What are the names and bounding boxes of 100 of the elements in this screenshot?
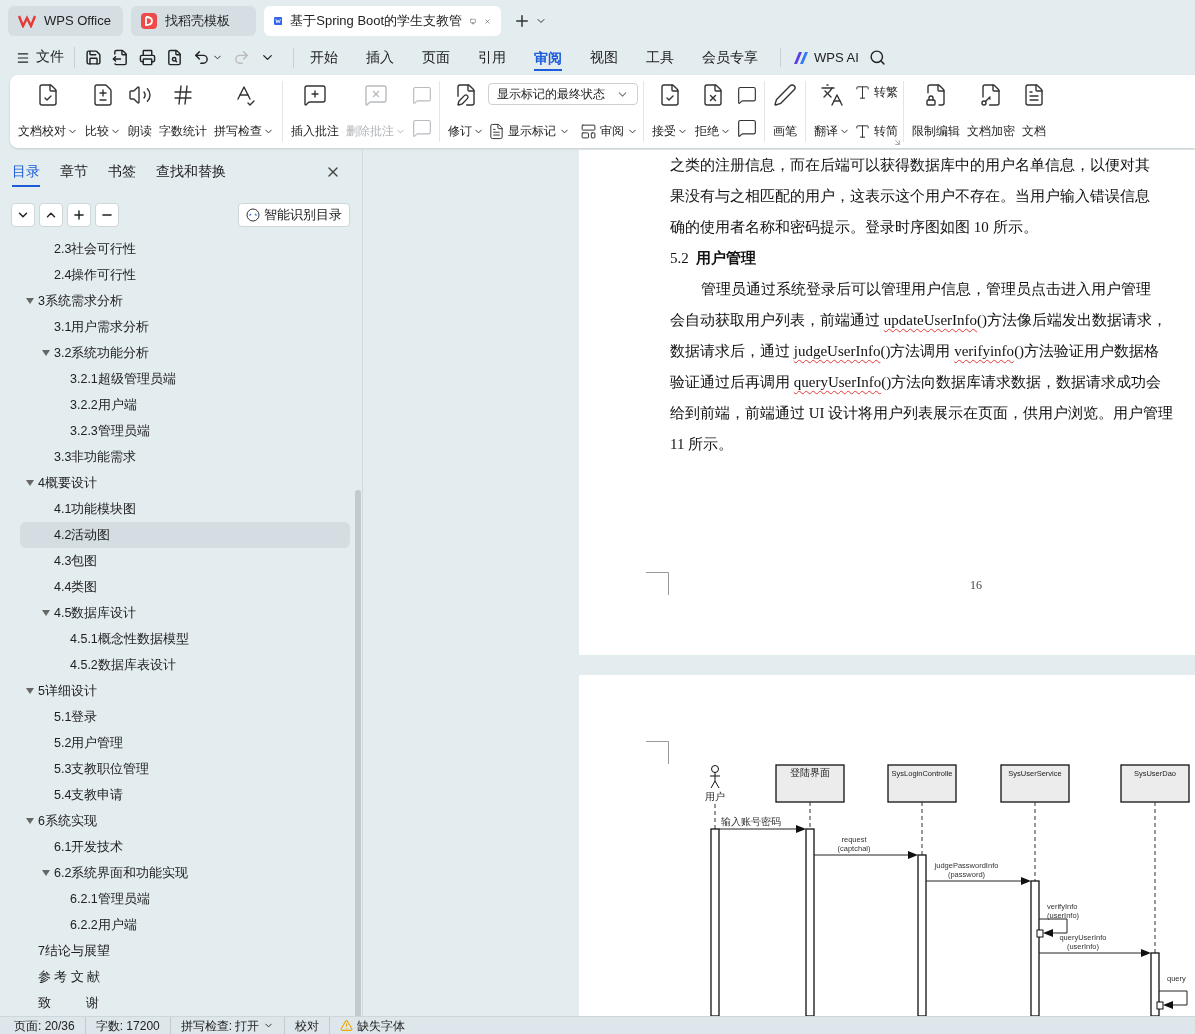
ribbon-button[interactable]: 拒绝 (692, 81, 734, 142)
app-tab[interactable]: 找稻壳模板 (131, 6, 256, 36)
ribbon-tab[interactable]: 开始 (310, 47, 338, 68)
ribbon-button[interactable]: 拼写检查 (211, 81, 277, 142)
toc-item[interactable]: 6.2.1管理员端 (20, 886, 350, 912)
expanded-arrow-icon[interactable] (26, 687, 34, 695)
toc-item[interactable]: 3.2.2用户端 (20, 392, 350, 418)
toc-item[interactable]: 4.3包图 (20, 548, 350, 574)
ribbon-small-button[interactable]: 转繁 (854, 83, 898, 101)
toc-item[interactable]: 4.2活动图 (20, 522, 350, 548)
toc-item[interactable]: 7结论与展望 (20, 938, 350, 964)
toc-item[interactable]: 5详细设计 (20, 678, 350, 704)
expanded-arrow-icon[interactable] (42, 349, 50, 357)
document-icon (1022, 83, 1046, 107)
ribbon-tab[interactable]: 引用 (478, 47, 506, 68)
ribbon-small-button[interactable]: 显示标记 (488, 122, 570, 140)
print-icon[interactable] (139, 49, 156, 66)
markup-select[interactable]: 显示标记的最终状态 (488, 83, 638, 105)
toc-item[interactable]: 3.3非功能需求 (20, 444, 350, 470)
lifeline (921, 801, 923, 856)
toc-item[interactable]: 5.1登录 (20, 704, 350, 730)
toc-item[interactable]: 4.5数据库设计 (20, 600, 350, 626)
undo-icon[interactable] (193, 49, 210, 66)
save-icon[interactable] (85, 49, 102, 66)
ribbon-small-button[interactable]: 审阅 (580, 122, 638, 140)
expanded-arrow-icon[interactable] (42, 869, 50, 877)
toc-item[interactable]: 3.2系统功能分析 (20, 340, 350, 366)
toc-item[interactable]: 4概要设计 (20, 470, 350, 496)
ribbon-button[interactable]: 插入批注 (288, 81, 342, 142)
ribbon-button[interactable]: 字数统计 (156, 81, 210, 142)
toc-item[interactable]: 6系统实现 (20, 808, 350, 834)
status-item: 页面: 20/36 (14, 1017, 75, 1034)
status-item[interactable]: 拼写检查: 打开 (180, 1016, 260, 1034)
status-item[interactable]: 缺失字体 (357, 1016, 406, 1034)
scrollbar-thumb[interactable] (355, 490, 361, 1016)
expanded-arrow-icon[interactable] (26, 479, 34, 487)
export-icon[interactable] (112, 49, 129, 66)
expanded-arrow-icon[interactable] (42, 609, 50, 617)
lifeline (809, 801, 811, 830)
ribbon-tab[interactable]: 视图 (590, 47, 618, 68)
ribbon-tab[interactable]: 会员专享 (702, 47, 758, 68)
ribbon-tab[interactable]: 审阅 (534, 44, 562, 71)
collapse-button[interactable] (39, 203, 63, 227)
ribbon-button[interactable]: 比较 (82, 81, 124, 142)
ribbon-tab[interactable]: 页面 (422, 47, 450, 68)
add-button[interactable] (67, 203, 91, 227)
toc-item[interactable]: 2.4操作可行性 (20, 262, 350, 288)
ribbon-button[interactable]: 限制编辑 (909, 81, 963, 142)
toc-item[interactable]: 致 谢 (20, 990, 350, 1016)
toc-item[interactable]: 6.2.2用户端 (20, 912, 350, 938)
comment-icon (412, 85, 432, 105)
ribbon-button[interactable]: 修订 (445, 81, 487, 142)
toc-item[interactable]: 3.2.3管理员端 (20, 418, 350, 444)
remove-button[interactable] (95, 203, 119, 227)
comment-icon (737, 118, 757, 138)
toc-item[interactable]: 5.2用户管理 (20, 730, 350, 756)
app-tab[interactable]: WPS Office (8, 6, 123, 36)
toc-item[interactable]: 参 考 文 献 (20, 964, 350, 990)
expand-button[interactable] (11, 203, 35, 227)
toc-item[interactable]: 4.5.2数据库表设计 (20, 652, 350, 678)
toc-item[interactable]: 5.3支教职位管理 (20, 756, 350, 782)
sidebar-tab[interactable]: 章节 (60, 157, 88, 187)
toc-item[interactable]: 3.2.1超级管理员端 (20, 366, 350, 392)
ribbon-button[interactable]: 接受 (649, 81, 691, 142)
ribbon-small-button[interactable]: 转简 (854, 122, 898, 140)
ribbon-button[interactable]: 文档校对 (15, 81, 81, 142)
new-tab-icon[interactable] (513, 12, 531, 30)
print-preview-icon[interactable] (166, 49, 183, 66)
expanded-arrow-icon[interactable] (26, 297, 34, 305)
sidebar-tab[interactable]: 书签 (108, 157, 136, 187)
ribbon-button[interactable]: 画笔 (770, 81, 800, 142)
toc-item[interactable]: 3.1用户需求分析 (20, 314, 350, 340)
paragraph-line: 验证通过后再调用 queryUserInfo()方法向数据库请求数据，数据请求成功会 (670, 373, 1163, 393)
ribbon-button[interactable]: 文档 (1019, 81, 1049, 142)
sidebar-tab[interactable]: 查找和替换 (156, 157, 226, 187)
toc-item[interactable]: 6.1开发技术 (20, 834, 350, 860)
file-menu-button[interactable]: 文件 (16, 47, 75, 68)
app-tab[interactable]: 基于Spring Boot的学生支教管 (264, 6, 501, 36)
document-check-icon (658, 83, 682, 107)
toc-item[interactable]: 5.4支教申请 (20, 782, 350, 808)
toc-item[interactable]: 3系统需求分析 (20, 288, 350, 314)
toc-item[interactable]: 4.5.1概念性数据模型 (20, 626, 350, 652)
search-icon[interactable] (868, 49, 886, 66)
toc-item[interactable]: 4.1功能模块图 (20, 496, 350, 522)
participant-box (887, 764, 957, 803)
ribbon-button[interactable]: 翻译 (811, 81, 853, 142)
toc-item[interactable]: 2.3社会可行性 (20, 236, 350, 262)
paragraph-line: 管理员通过系统登录后可以管理用户信息，管理员点击进入用户管理 (700, 280, 1152, 300)
ribbon-tab[interactable]: 工具 (646, 47, 674, 68)
expanded-arrow-icon[interactable] (26, 817, 34, 825)
ribbon-button[interactable]: 朗读 (125, 81, 155, 142)
toc-item[interactable]: 4.4类图 (20, 574, 350, 600)
smart-toc-button[interactable]: 智能识别目录 (238, 203, 350, 227)
ai-button[interactable]: WPS AI (780, 47, 859, 68)
toc-item[interactable]: 6.2系统界面和功能实现 (20, 860, 350, 886)
ribbon-tab[interactable]: 插入 (366, 47, 394, 68)
text-icon (854, 122, 871, 140)
ribbon-button[interactable]: 文档加密 (964, 81, 1018, 142)
paragraph-line: 11 所示。 (670, 435, 735, 455)
sidebar-tab[interactable]: 目录 (12, 157, 40, 187)
